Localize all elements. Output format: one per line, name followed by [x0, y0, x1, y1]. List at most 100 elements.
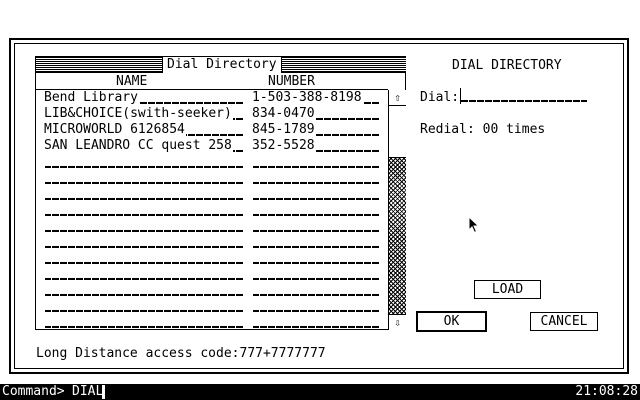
- screen: Dial Directory NAME NUMBER Bend Library 1…: [0, 0, 640, 400]
- table-row[interactable]: [36, 186, 388, 202]
- clock: 21:08:28: [575, 384, 638, 399]
- entry-name-text: [44, 282, 45, 297]
- command-prompt: Command>: [2, 384, 65, 399]
- table-row[interactable]: [36, 154, 388, 170]
- entry-number-text: 845-1789: [252, 122, 316, 137]
- entry-name[interactable]: [44, 266, 244, 282]
- entry-number-text: [252, 234, 253, 249]
- entry-number[interactable]: [252, 314, 380, 330]
- entry-number-text: [252, 282, 253, 297]
- column-header-number: NUMBER: [268, 74, 315, 89]
- entry-name-text: [44, 266, 45, 281]
- entry-name[interactable]: [44, 314, 244, 330]
- list-scrollbar[interactable]: ⇧ ⇩: [388, 90, 406, 330]
- entry-number-text: [252, 266, 253, 281]
- entry-name[interactable]: [44, 186, 244, 202]
- scroll-track[interactable]: [389, 158, 406, 314]
- entry-name[interactable]: MICROWORLD 6126854: [44, 122, 244, 138]
- table-row[interactable]: [36, 250, 388, 266]
- entry-number-text: [252, 202, 253, 217]
- entry-name-text: MICROWORLD 6126854: [44, 122, 186, 137]
- scroll-down-arrow-icon[interactable]: ⇩: [389, 314, 406, 330]
- dial-label: Dial:: [420, 90, 460, 105]
- entry-name[interactable]: [44, 250, 244, 266]
- entry-name[interactable]: [44, 154, 244, 170]
- long-distance-row: Long Distance access code:777+7777777: [36, 346, 408, 361]
- entry-number[interactable]: [252, 250, 380, 266]
- entry-name-text: [44, 298, 45, 313]
- entry-name[interactable]: [44, 282, 244, 298]
- command-bar: Command> DIAL 21:08:28: [0, 384, 640, 400]
- scroll-thumb[interactable]: [389, 106, 406, 158]
- table-row[interactable]: Bend Library 1-503-388-8198: [36, 90, 388, 106]
- long-distance-field[interactable]: 777+7777777: [239, 346, 408, 361]
- table-row[interactable]: [36, 298, 388, 314]
- table-row[interactable]: [36, 282, 388, 298]
- scroll-up-arrow-icon[interactable]: ⇧: [389, 90, 406, 106]
- entry-number[interactable]: [252, 298, 380, 314]
- ok-button[interactable]: OK: [416, 311, 487, 332]
- table-row[interactable]: [36, 266, 388, 282]
- table-row[interactable]: [36, 170, 388, 186]
- directory-rows: Bend Library 1-503-388-8198 LIB&CHOICE(swi…: [36, 90, 388, 330]
- table-row[interactable]: [36, 234, 388, 250]
- entry-number-text: [252, 170, 253, 185]
- entry-name[interactable]: [44, 298, 244, 314]
- entry-name-text: [44, 234, 45, 249]
- entry-number[interactable]: [252, 170, 380, 186]
- cancel-button[interactable]: CANCEL: [530, 312, 598, 331]
- entry-number-text: [252, 314, 253, 329]
- entry-number-text: 1-503-388-8198: [252, 90, 363, 105]
- list-title: Dial Directory: [162, 57, 282, 73]
- redial-count: Redial: 00 times: [420, 122, 546, 137]
- entry-number-text: [252, 218, 253, 233]
- entry-name-text: [44, 314, 45, 329]
- list-title-bar[interactable]: Dial Directory: [36, 57, 406, 73]
- entry-name-text: [44, 170, 45, 185]
- entry-number[interactable]: [252, 186, 380, 202]
- entry-name[interactable]: [44, 218, 244, 234]
- entry-number[interactable]: [252, 154, 380, 170]
- panel-title: DIAL DIRECTORY: [452, 58, 562, 73]
- table-row[interactable]: [36, 314, 388, 330]
- entry-number[interactable]: 352-5528: [252, 138, 380, 154]
- entry-name-text: [44, 154, 45, 169]
- entry-number[interactable]: [252, 234, 380, 250]
- entry-name-text: LIB&CHOICE(swith-seeker): [44, 106, 233, 121]
- entry-number-text: 834-0470: [252, 106, 316, 121]
- entry-name[interactable]: LIB&CHOICE(swith-seeker): [44, 106, 244, 122]
- entry-name-text: [44, 202, 45, 217]
- entry-name[interactable]: [44, 170, 244, 186]
- load-button[interactable]: LOAD: [474, 280, 541, 299]
- entry-number[interactable]: 834-0470: [252, 106, 380, 122]
- table-row[interactable]: SAN LEANDRO CC quest 258 352-5528: [36, 138, 388, 154]
- column-header-name: NAME: [116, 74, 148, 89]
- entry-number[interactable]: 1-503-388-8198: [252, 90, 380, 106]
- entry-name-text: [44, 218, 45, 233]
- entry-number[interactable]: [252, 202, 380, 218]
- entry-number[interactable]: 845-1789: [252, 122, 380, 138]
- entry-name[interactable]: [44, 234, 244, 250]
- table-row[interactable]: [36, 202, 388, 218]
- table-row[interactable]: MICROWORLD 6126854 845-1789: [36, 122, 388, 138]
- entry-name-text: [44, 186, 45, 201]
- entry-name[interactable]: Bend Library: [44, 90, 244, 106]
- command-text[interactable]: DIAL: [72, 384, 103, 400]
- long-distance-value: 777+7777777: [239, 346, 326, 361]
- entry-number[interactable]: [252, 266, 380, 282]
- entry-number-text: [252, 250, 253, 265]
- mouse-pointer-icon: [468, 216, 480, 234]
- entry-name[interactable]: [44, 202, 244, 218]
- entry-name-text: SAN LEANDRO CC quest 258: [44, 138, 233, 153]
- entry-number-text: [252, 298, 253, 313]
- entry-number[interactable]: [252, 282, 380, 298]
- entry-number[interactable]: [252, 218, 380, 234]
- entry-name[interactable]: SAN LEANDRO CC quest 258: [44, 138, 244, 154]
- table-row[interactable]: LIB&CHOICE(swith-seeker) 834-0470: [36, 106, 388, 122]
- table-row[interactable]: [36, 218, 388, 234]
- entry-name-text: [44, 250, 45, 265]
- dial-input[interactable]: [460, 88, 588, 104]
- entry-name-text: Bend Library: [44, 90, 139, 105]
- entry-number-text: [252, 186, 253, 201]
- entry-number-text: 352-5528: [252, 138, 316, 153]
